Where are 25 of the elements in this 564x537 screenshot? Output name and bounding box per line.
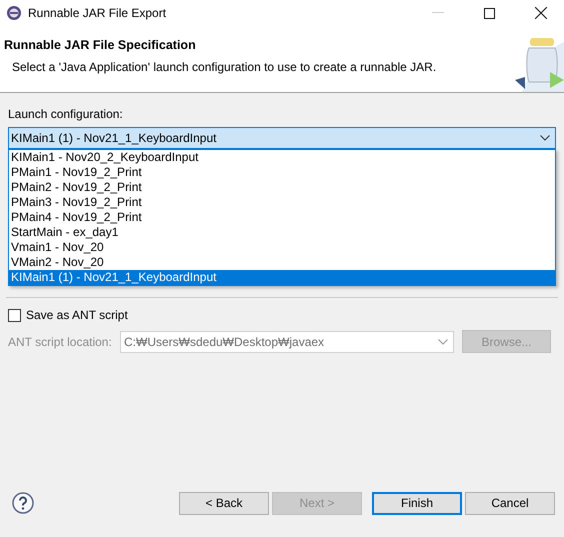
page-title: Runnable JAR File Specification: [4, 38, 197, 52]
help-icon[interactable]: [12, 492, 34, 514]
dropdown-option[interactable]: KIMain1 - Nov20_2_KeyboardInput: [9, 150, 555, 165]
dropdown-option[interactable]: StartMain - ex_day1: [9, 225, 555, 240]
dropdown-option[interactable]: PMain1 - Nov19_2_Print: [9, 165, 555, 180]
ant-location-label: ANT script location:: [8, 334, 113, 348]
chevron-down-icon: [540, 135, 550, 141]
dialog-button[interactable]: Finish: [372, 492, 462, 514]
dropdown-option[interactable]: KIMain1 (1) - Nov21_1_KeyboardInput: [9, 270, 555, 285]
page-description: Select a 'Java Application' launch configuration to use to create a runnable JAR.: [11, 60, 436, 74]
chevron-down-icon: [438, 338, 448, 344]
dialog-button[interactable]: Cancel: [465, 492, 555, 514]
launch-configuration-dropdown[interactable]: KIMain1 (1) - Nov21_1_KeyboardInput: [8, 127, 556, 149]
app-icon: [6, 5, 22, 21]
close-icon[interactable]: [535, 7, 547, 19]
dropdown-option[interactable]: PMain3 - Nov19_2_Print: [9, 195, 555, 210]
dropdown-option[interactable]: Vmain1 - Nov_20: [9, 240, 555, 255]
checkbox-label: Save as ANT script: [26, 308, 128, 322]
window-title: Runnable JAR File Export: [28, 6, 166, 20]
launch-configuration-label: Launch configuration:: [8, 107, 124, 121]
dropdown-option[interactable]: PMain4 - Nov19_2_Print: [9, 210, 555, 225]
maximize-icon[interactable]: [484, 8, 495, 18]
dropdown-option[interactable]: VMain2 - Nov_20: [9, 255, 555, 270]
dialog-button[interactable]: < Back: [179, 492, 269, 514]
dropdown-option[interactable]: PMain2 - Nov19_2_Print: [9, 180, 555, 195]
